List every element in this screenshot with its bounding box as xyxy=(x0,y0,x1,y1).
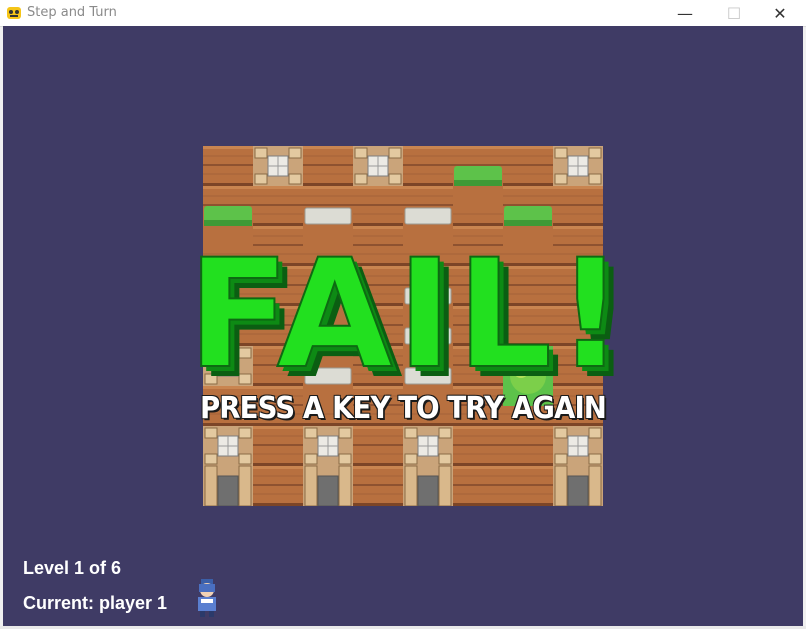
window-title: Step and Turn xyxy=(27,5,117,20)
app-window: Step and Turn — ☐ ✕ FAIL! FAIL! FAIL! PR… xyxy=(0,0,806,629)
fail-title: FAIL! FAIL! FAIL! xyxy=(186,227,634,386)
player-avatar-icon xyxy=(198,579,216,617)
retry-prompt: PRESS A KEY TO TRY AGAIN xyxy=(199,391,607,426)
minimize-button[interactable]: — xyxy=(662,0,708,26)
level-indicator: Level 1 of 6 xyxy=(23,558,122,578)
svg-text:FAIL!: FAIL! xyxy=(187,228,628,386)
app-icon xyxy=(7,7,21,19)
maximize-button[interactable]: ☐ xyxy=(711,0,757,26)
game-canvas[interactable]: FAIL! FAIL! FAIL! PRESS A KEY TO TRY AGA… xyxy=(3,26,803,626)
close-button[interactable]: ✕ xyxy=(757,0,803,26)
title-bar[interactable]: Step and Turn — ☐ ✕ xyxy=(0,0,806,27)
current-player-label: Current: player 1 xyxy=(23,593,168,613)
